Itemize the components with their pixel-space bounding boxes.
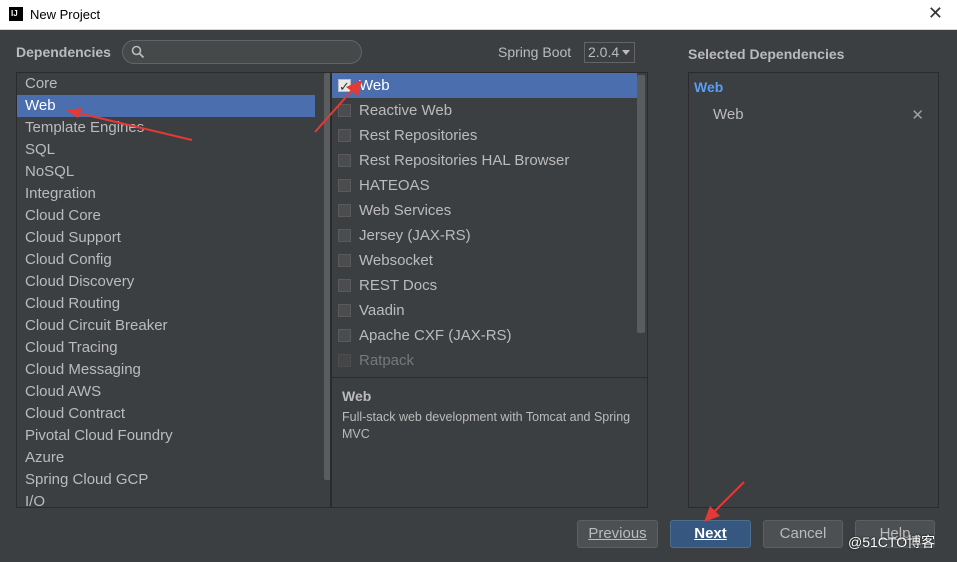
dependency-checkbox[interactable]	[338, 304, 351, 317]
dependency-item[interactable]: Rest Repositories	[332, 123, 637, 148]
watermark: @51CTO博客	[848, 534, 936, 550]
dependency-scrollbar[interactable]	[637, 75, 645, 333]
category-item[interactable]: Cloud AWS	[17, 381, 330, 403]
window-close-button[interactable]: ✕	[928, 3, 943, 24]
dependency-checkbox[interactable]	[338, 179, 351, 192]
next-button-label: Next	[694, 525, 727, 542]
previous-button[interactable]: Previous	[577, 520, 658, 548]
dependency-item[interactable]: REST Docs	[332, 273, 637, 298]
dependency-label: HATEOAS	[359, 177, 430, 194]
dependency-label: Web	[359, 77, 390, 94]
dependency-list: Web Reactive Web Rest Repositories Rest Rep…	[332, 73, 637, 373]
category-item[interactable]: Template Engines	[17, 117, 330, 139]
dependency-label: Apache CXF (JAX-RS)	[359, 327, 512, 344]
dependency-checkbox[interactable]	[338, 229, 351, 242]
category-item[interactable]: Cloud Core	[17, 205, 330, 227]
category-scrollbar[interactable]	[324, 73, 330, 480]
dependency-item[interactable]: Jersey (JAX-RS)	[332, 223, 637, 248]
dependency-description: Web Full-stack web development with Tomc…	[332, 377, 647, 507]
close-icon[interactable]: ✕	[911, 106, 924, 124]
dependency-item[interactable]: Web	[332, 73, 637, 99]
dependency-item[interactable]: Websocket	[332, 248, 637, 273]
dependency-list-panel: Web Reactive Web Rest Repositories Rest Rep…	[331, 72, 648, 508]
dependency-label: Rest Repositories HAL Browser	[359, 152, 570, 169]
selected-dependencies-panel: Web Web ✕	[688, 72, 939, 508]
category-item[interactable]: Cloud Circuit Breaker	[17, 315, 330, 337]
previous-button-label: Previous	[588, 525, 647, 542]
cancel-button[interactable]: Cancel	[763, 520, 843, 548]
description-title: Web	[342, 388, 372, 404]
dependency-checkbox[interactable]	[338, 204, 351, 217]
category-item[interactable]: Cloud Support	[17, 227, 330, 249]
spring-boot-version-value: 2.0.4	[588, 44, 620, 60]
category-item[interactable]: Cloud Contract	[17, 403, 330, 425]
dependency-checkbox[interactable]	[338, 129, 351, 142]
dependency-checkbox[interactable]	[338, 254, 351, 267]
dependency-label: Rest Repositories	[359, 127, 478, 144]
dependency-label: Jersey (JAX-RS)	[359, 227, 471, 244]
dependency-label: Web Services	[359, 202, 452, 219]
category-item[interactable]: Cloud Tracing	[17, 337, 330, 359]
spring-boot-version-select[interactable]: 2.0.4	[584, 42, 635, 63]
category-list: Core Web Template Engines SQL NoSQL Integrati…	[16, 72, 331, 508]
dependency-checkbox[interactable]	[338, 154, 351, 167]
dependency-item[interactable]: Web Services	[332, 198, 637, 223]
dependency-label: Websocket	[359, 252, 433, 269]
intellij-app-icon: IJ	[9, 7, 23, 21]
window-title: New Project	[30, 7, 101, 22]
category-item[interactable]: Pivotal Cloud Foundry	[17, 425, 330, 447]
dependency-item[interactable]: Rest Repositories HAL Browser	[332, 148, 637, 173]
category-item[interactable]: Integration	[17, 183, 330, 205]
category-item[interactable]: SQL	[17, 139, 330, 161]
selected-group-title: Web	[694, 79, 724, 95]
dependency-item[interactable]: Apache CXF (JAX-RS)	[332, 323, 637, 348]
dependency-item[interactable]: Ratpack	[332, 348, 637, 373]
category-item[interactable]: Cloud Routing	[17, 293, 330, 315]
dependency-label: Vaadin	[359, 302, 405, 319]
dialog-body: Dependencies Spring Boot 2.0.4 Selected …	[0, 30, 957, 562]
dependency-label: REST Docs	[359, 277, 438, 294]
category-item[interactable]: Azure	[17, 447, 330, 469]
next-button[interactable]: Next	[670, 520, 751, 548]
selected-item-label: Web	[713, 106, 744, 123]
category-item[interactable]: Cloud Messaging	[17, 359, 330, 381]
title-bar: IJ New Project ✕	[0, 0, 957, 30]
cancel-button-label: Cancel	[779, 525, 827, 542]
search-input[interactable]	[122, 40, 362, 64]
selected-dependencies-title: Selected Dependencies	[688, 46, 845, 62]
category-item[interactable]: Cloud Config	[17, 249, 330, 271]
dependency-checkbox[interactable]	[338, 104, 351, 117]
category-item[interactable]: Cloud Discovery	[17, 271, 330, 293]
category-item[interactable]: I/O	[17, 491, 330, 507]
category-item[interactable]: Spring Cloud GCP	[17, 469, 330, 491]
chevron-down-icon	[622, 50, 630, 55]
dependency-checkbox[interactable]	[338, 279, 351, 292]
dependency-item[interactable]: HATEOAS	[332, 173, 637, 198]
dependency-label: Ratpack	[359, 352, 415, 369]
spring-boot-label: Spring Boot	[498, 44, 572, 60]
dependency-checkbox[interactable]	[338, 329, 351, 342]
dependency-item[interactable]: Vaadin	[332, 298, 637, 323]
search-icon	[131, 45, 145, 59]
description-text: Full-stack web development with Tomcat a…	[342, 410, 631, 441]
category-item[interactable]: Web	[17, 95, 315, 117]
dependency-checkbox[interactable]	[338, 354, 351, 367]
dependency-label: Reactive Web	[359, 102, 453, 119]
dependencies-label: Dependencies	[16, 44, 111, 60]
category-item[interactable]: NoSQL	[17, 161, 330, 183]
dependency-item[interactable]: Reactive Web	[332, 98, 637, 123]
category-item[interactable]: Core	[17, 73, 330, 95]
dependency-checkbox[interactable]	[338, 74, 351, 99]
